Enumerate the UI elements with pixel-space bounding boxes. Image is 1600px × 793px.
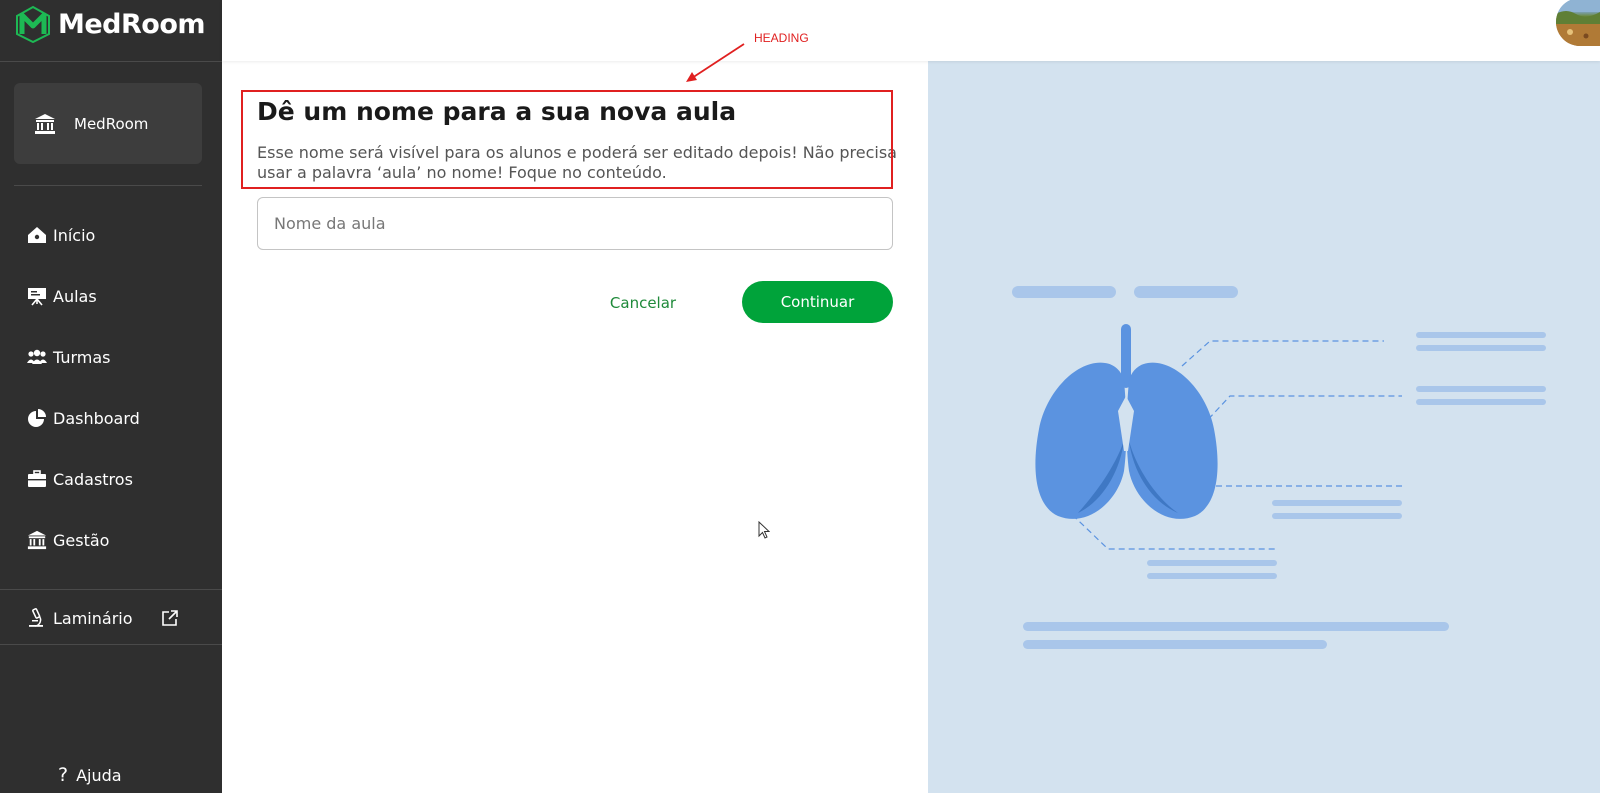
institution-icon — [35, 113, 55, 134]
illustration-panel — [928, 61, 1600, 793]
logo-text: MedRoom — [58, 8, 206, 40]
annotation-arrow-icon — [686, 43, 745, 82]
home-icon — [28, 227, 46, 243]
annotation-highlight-box — [241, 90, 893, 189]
group-icon — [27, 349, 47, 364]
medroom-logo-icon — [16, 5, 50, 43]
sidebar-item-label: Início — [53, 225, 96, 245]
annotation-label: HEADING — [754, 31, 809, 45]
sidebar-item-label: Cadastros — [53, 469, 133, 489]
sidebar-item-cadastros[interactable]: Cadastros — [0, 459, 222, 499]
user-avatar[interactable] — [1556, 0, 1600, 46]
help-label: Ajuda — [76, 765, 122, 785]
microscope-icon — [29, 608, 43, 627]
top-bar — [222, 0, 1600, 61]
sidebar-item-inicio[interactable]: Início — [0, 215, 222, 255]
cancel-button[interactable]: Cancelar — [590, 283, 696, 323]
org-selector[interactable]: MedRoom — [14, 83, 202, 164]
institution-icon — [27, 530, 47, 550]
sidebar-item-dashboard[interactable]: Dashboard — [0, 398, 222, 438]
sidebar-item-label: Aulas — [53, 286, 97, 306]
help-link[interactable]: ? Ajuda — [58, 764, 122, 786]
pie-chart-icon — [28, 409, 46, 427]
sidebar-item-gestao[interactable]: Gestão — [0, 520, 222, 560]
org-name: MedRoom — [74, 114, 149, 133]
external-link-icon[interactable] — [161, 609, 179, 627]
sidebar: MedRoom MedRoom Início Aulas Turmas Dash… — [0, 0, 222, 793]
sidebar-item-label: Laminário — [53, 608, 133, 628]
sidebar-item-turmas[interactable]: Turmas — [0, 337, 222, 377]
sidebar-divider — [14, 185, 202, 186]
sidebar-divider — [0, 61, 222, 62]
sidebar-item-label: Dashboard — [53, 408, 140, 428]
mouse-cursor-icon — [758, 521, 770, 539]
lungs-illustration-icon — [1012, 286, 1546, 649]
sidebar-divider — [0, 644, 222, 645]
logo[interactable]: MedRoom — [14, 4, 206, 44]
sidebar-divider — [0, 589, 222, 590]
sidebar-item-label: Gestão — [53, 530, 110, 550]
sidebar-item-label: Turmas — [53, 347, 111, 367]
sidebar-item-laminario[interactable]: Laminário — [0, 598, 222, 638]
avatar-image-icon — [1556, 0, 1600, 46]
presentation-icon — [28, 288, 46, 306]
help-icon: ? — [58, 764, 69, 786]
continue-button[interactable]: Continuar — [742, 281, 893, 323]
sidebar-item-aulas[interactable]: Aulas — [0, 276, 222, 316]
briefcase-icon — [28, 470, 46, 487]
lesson-name-input[interactable] — [257, 197, 893, 250]
